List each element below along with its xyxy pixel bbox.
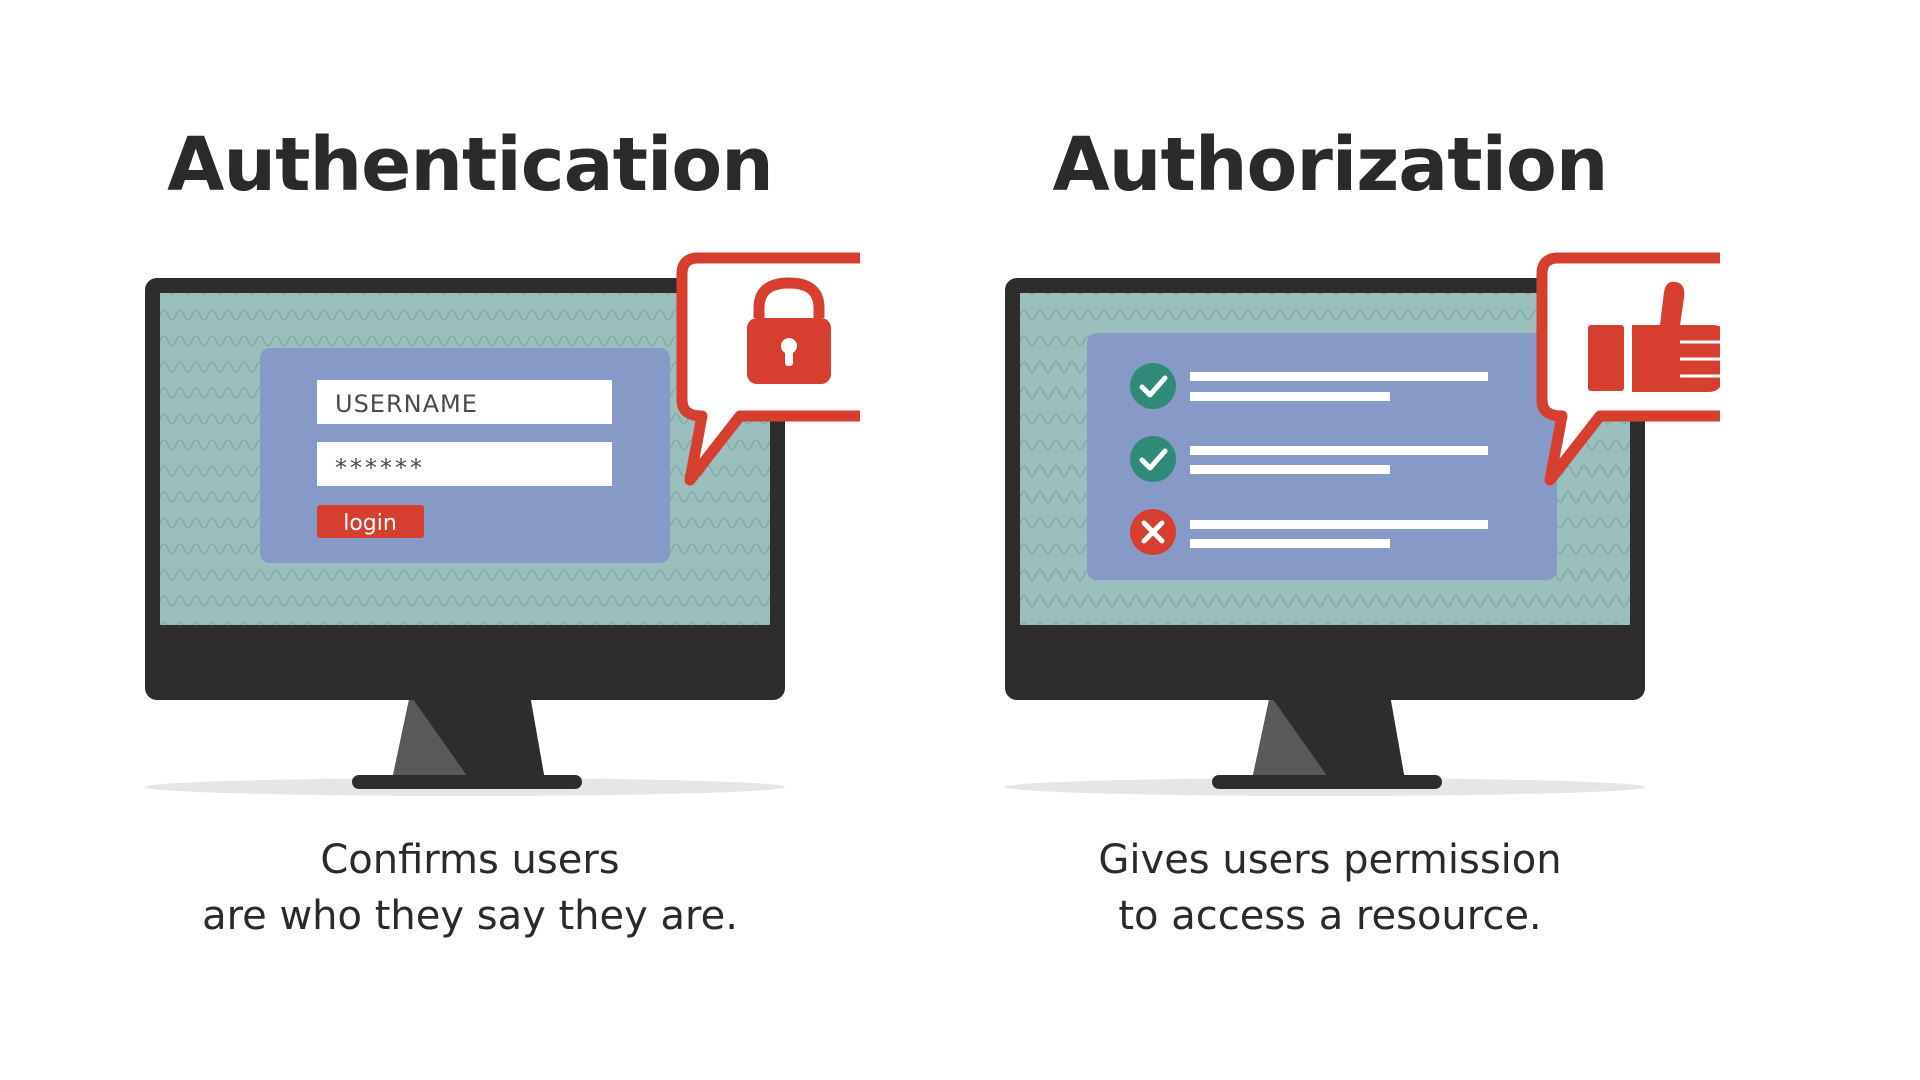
authentication-title: Authentication [167,122,774,208]
authorization-panel: Authorization Gives users permission to … [940,0,1720,1080]
authentication-illustration: USERNAME ****** login [145,252,860,796]
authentication-caption: Confirms users are who they say they are… [80,832,860,944]
authorization-title: Authorization [1052,122,1609,208]
permission-line [1190,465,1390,474]
permission-line [1190,446,1488,455]
monitor-stand [352,695,582,789]
authentication-panel: Authentication USERNAME ****** login Con… [80,0,860,1080]
check-circle-icon [1130,363,1176,409]
authentication-caption-line1: Confirms users [320,837,620,883]
monitor-stand [1212,695,1442,789]
login-dialog: USERNAME ****** login [260,348,670,563]
authentication-caption-line2: are who they say they are. [202,893,738,939]
permission-line [1190,372,1488,381]
permission-line [1190,539,1390,548]
authorization-caption-line2: to access a resource. [1118,893,1542,939]
permissions-dialog [1087,333,1557,580]
password-mask: ****** [335,454,425,482]
login-button-label: login [343,511,397,536]
authorization-caption-line1: Gives users permission [1098,837,1562,883]
authorization-illustration [1005,252,1720,796]
username-placeholder: USERNAME [335,390,478,418]
check-circle-icon [1130,436,1176,482]
permission-line [1190,392,1390,401]
authorization-caption: Gives users permission to access a resou… [940,832,1720,944]
permission-line [1190,520,1488,529]
